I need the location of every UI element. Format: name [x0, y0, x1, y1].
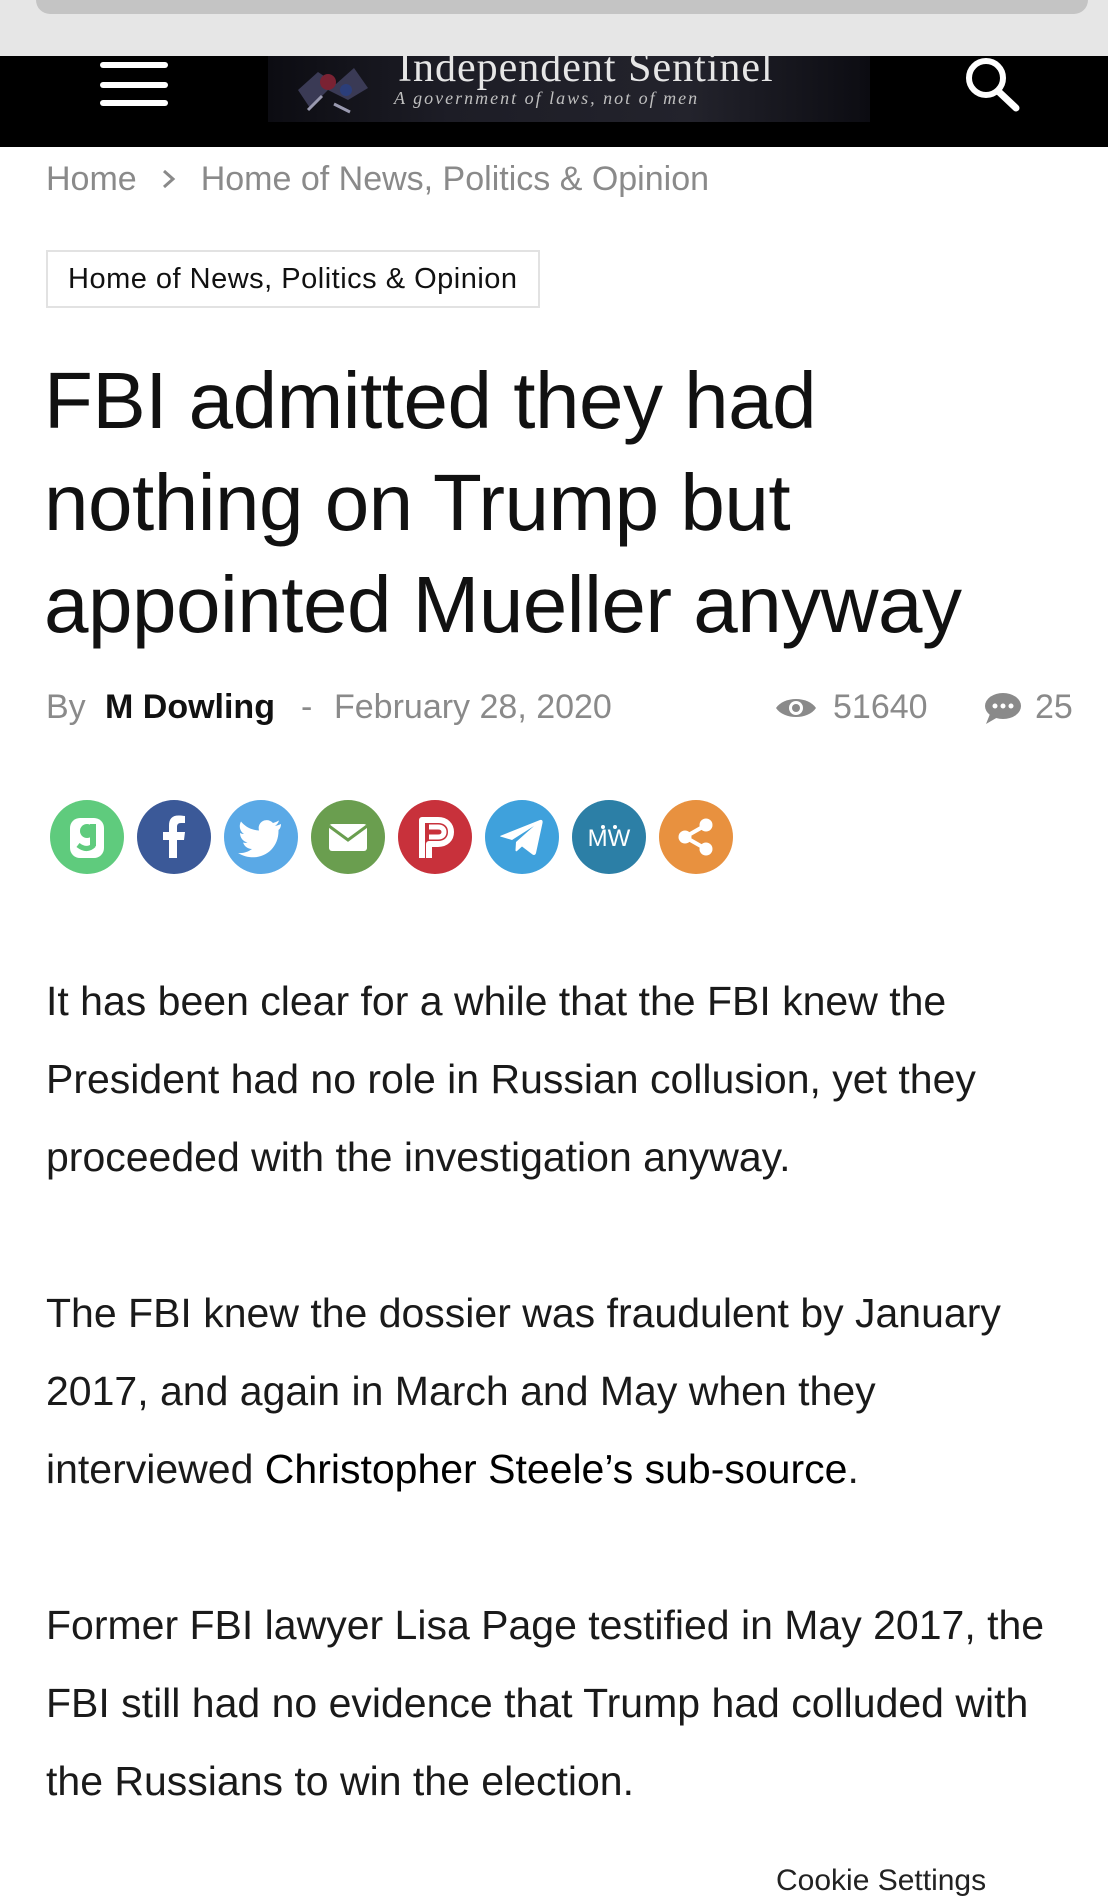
twitter-icon	[224, 800, 298, 874]
hamburger-menu-icon[interactable]	[100, 62, 168, 108]
gab-icon	[50, 800, 124, 874]
svg-text:MW: MW	[588, 825, 631, 852]
logo-tagline: A government of laws, not of men	[394, 88, 700, 108]
article-paragraph: It has been clear for a while that the F…	[46, 978, 976, 1180]
facebook-share-button[interactable]	[137, 800, 211, 874]
article-paragraph: The FBI knew the dossier was fraudulent …	[46, 1274, 1086, 1508]
more-share-button[interactable]	[659, 800, 733, 874]
steele-sub-source-link[interactable]: Christopher Steele’s sub-source	[265, 1446, 848, 1492]
speech-bubble-icon[interactable]	[982, 692, 1022, 726]
share-icon	[659, 800, 733, 874]
parler-share-button[interactable]	[398, 800, 472, 874]
email-icon	[311, 800, 385, 874]
eye-icon	[776, 699, 816, 717]
menu-line	[100, 62, 168, 68]
logo-title: Independent Sentinel	[398, 56, 774, 91]
telegram-share-button[interactable]	[485, 800, 559, 874]
breadcrumb: Home Home of News, Politics & Opinion	[46, 160, 709, 199]
site-logo[interactable]: Independent Sentinel A government of law…	[268, 56, 870, 122]
author-link[interactable]: M Dowling	[105, 688, 275, 727]
article-title: FBI admitted they had nothing on Trump b…	[44, 356, 962, 649]
breadcrumb-category-link[interactable]: Home of News, Politics & Opinion	[201, 160, 709, 198]
twitter-share-button[interactable]	[224, 800, 298, 874]
meta-separator: -	[301, 688, 313, 726]
by-label: By	[46, 688, 86, 726]
cookie-settings-link[interactable]: Cookie Settings	[776, 1864, 986, 1898]
menu-line	[100, 82, 168, 88]
site-header: Independent Sentinel A government of law…	[0, 56, 1108, 147]
paragraph-text: .	[847, 1446, 859, 1492]
telegram-icon	[485, 800, 559, 874]
mewe-share-button[interactable]: MW	[572, 800, 646, 874]
browser-top-bar	[0, 0, 1108, 56]
menu-line	[100, 100, 168, 106]
comment-count[interactable]: 25	[1035, 688, 1073, 727]
article-body: It has been clear for a while that the F…	[46, 962, 1086, 1898]
view-count: 51640	[833, 688, 928, 726]
email-share-button[interactable]	[311, 800, 385, 874]
publish-date: February 28, 2020	[334, 688, 612, 726]
gab-share-button[interactable]	[50, 800, 124, 874]
mewe-icon: MW	[572, 800, 646, 874]
search-icon[interactable]	[960, 56, 1026, 112]
logo-emblem-icon	[298, 68, 368, 114]
browser-address-pill[interactable]	[36, 0, 1088, 14]
facebook-icon	[137, 800, 211, 874]
article-paragraph: Former FBI lawyer Lisa Page testified in…	[46, 1602, 1045, 1804]
article-meta: By M Dowling - February 28, 2020 51640 2…	[46, 684, 1086, 732]
breadcrumb-home-link[interactable]: Home	[46, 160, 137, 198]
parler-icon	[398, 800, 472, 874]
chevron-right-icon	[137, 160, 201, 199]
category-tag[interactable]: Home of News, Politics & Opinion	[46, 250, 540, 308]
